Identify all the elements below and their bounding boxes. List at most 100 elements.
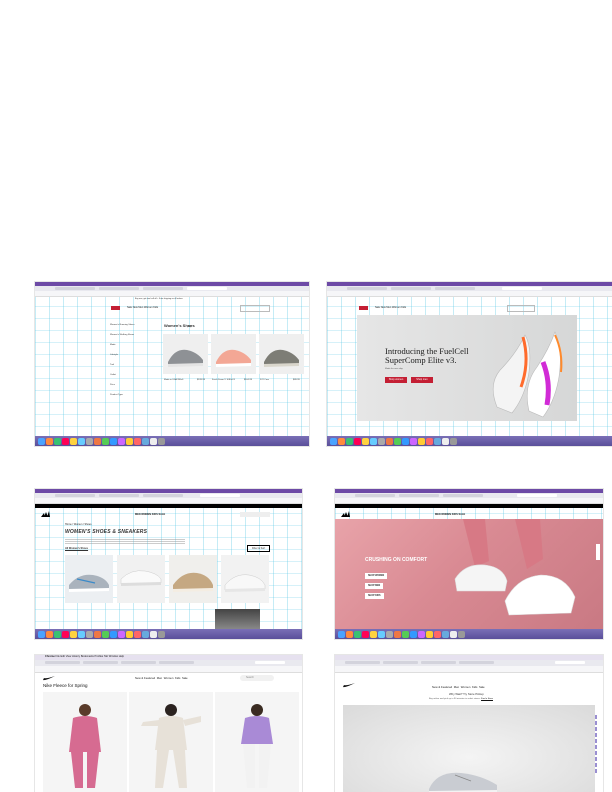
os-menu-item[interactable]: Bookmarks xyxy=(81,655,94,658)
product-image[interactable] xyxy=(163,334,208,374)
nav-item[interactable]: Women xyxy=(461,685,471,689)
nav-item[interactable]: Men xyxy=(157,676,162,680)
product-image[interactable] xyxy=(169,555,217,603)
product-image[interactable] xyxy=(65,555,113,603)
browser-url-bar[interactable] xyxy=(335,666,603,673)
product-image[interactable] xyxy=(211,334,256,374)
nav-item[interactable]: New & Featured xyxy=(432,685,452,689)
hero-headline-line2: SuperComp Elite v3. xyxy=(385,355,457,365)
nav-item[interactable]: Kids xyxy=(175,676,180,680)
page-description xyxy=(65,539,185,545)
page-title: WOMEN'S SHOES & SNEAKERS xyxy=(65,529,148,535)
os-menu-item[interactable]: Profiles xyxy=(95,655,104,658)
os-menu-item[interactable]: Edit xyxy=(60,655,64,658)
search-input[interactable] xyxy=(240,512,270,517)
filter-sort-button[interactable]: Filter & Sort xyxy=(247,545,271,552)
find-store-link[interactable]: Find a Store xyxy=(481,698,493,700)
shop-women-button[interactable]: SHOP WOMEN xyxy=(365,573,388,579)
scrollbar[interactable] xyxy=(595,715,597,775)
search-input[interactable] xyxy=(507,305,535,312)
dock xyxy=(327,436,612,446)
screenshot-adidas-list: MEN WOMEN KIDS SALE Home / Women / Shoes… xyxy=(35,489,302,639)
nav-item[interactable]: Women xyxy=(164,676,174,680)
browser-url-bar[interactable] xyxy=(35,291,309,297)
product-card[interactable] xyxy=(43,692,127,792)
shoe-image xyxy=(264,349,299,367)
main-nav[interactable]: MEN WOMEN KIDS SALE xyxy=(135,513,165,516)
product-price: $199.99 xyxy=(197,379,205,381)
shop-men-button[interactable]: SHOP MEN xyxy=(365,583,384,589)
nav-item[interactable]: New & Featured xyxy=(135,676,155,680)
os-menu-item[interactable]: Help xyxy=(119,655,124,658)
sidebar-item[interactable]: Trail xyxy=(110,364,158,367)
main-nav[interactable]: Sale New Men Women Kids xyxy=(375,306,406,309)
shoe-image xyxy=(173,572,213,592)
sidebar-item[interactable]: Price xyxy=(110,384,158,387)
feedback-tab[interactable] xyxy=(596,544,600,560)
os-menu-item[interactable]: History xyxy=(72,655,80,658)
model-image xyxy=(69,704,101,788)
nike-swoosh-logo[interactable] xyxy=(343,683,355,688)
os-menu-item[interactable]: Tab xyxy=(104,655,108,658)
sidebar-item[interactable]: Outlet xyxy=(110,374,158,377)
shop-kids-button[interactable]: SHOP KIDS xyxy=(365,593,384,599)
browser-url-bar[interactable] xyxy=(327,291,612,297)
shop-women-button[interactable]: Shop women xyxy=(385,377,407,383)
hero-headline: CRUSHING ON COMFORT xyxy=(365,557,428,563)
main-nav[interactable]: New & Featured Men Women Kids Sale xyxy=(432,685,485,689)
sidebar-item[interactable]: Lifestyle xyxy=(110,354,158,357)
video-thumbnail[interactable] xyxy=(215,609,260,629)
category-tab[interactable]: All Women's Shoes xyxy=(65,547,88,550)
sidebar-item[interactable]: Product Type xyxy=(110,394,158,397)
shoe-image xyxy=(69,574,109,592)
adidas-logo[interactable] xyxy=(341,511,350,517)
shop-men-button[interactable]: Shop men xyxy=(411,377,433,383)
product-price: $164.99 xyxy=(244,379,252,381)
product-image[interactable] xyxy=(259,334,304,374)
breadcrumb-item[interactable]: Shoes xyxy=(84,523,91,526)
product-image[interactable] xyxy=(221,555,269,603)
nav-item[interactable]: Sale xyxy=(479,685,485,689)
adidas-logo[interactable] xyxy=(41,511,50,517)
os-menu-item[interactable]: Window xyxy=(109,655,118,658)
search-input[interactable] xyxy=(240,305,270,312)
browser-url-bar[interactable] xyxy=(35,666,302,673)
main-nav[interactable]: MEN WOMEN KIDS SALE xyxy=(435,513,465,516)
hero-shoes-image xyxy=(454,519,576,616)
os-menu[interactable]: Chrome File Edit View History Bookmarks … xyxy=(45,655,124,658)
promo-banner: Buy one, get one half off + Free shippin… xyxy=(135,298,183,300)
product-name[interactable]: 574 Core xyxy=(260,379,269,382)
nav-item[interactable]: Sale xyxy=(182,676,188,680)
hero-headline: Introducing the FuelCell SuperComp Elite… xyxy=(385,347,469,365)
sidebar-item[interactable]: Women's Walking Shoes xyxy=(110,334,158,337)
breadcrumb[interactable]: Home / Women / Shoes xyxy=(65,523,92,526)
nav-item[interactable]: Kids xyxy=(472,685,477,689)
result-count: (73) xyxy=(187,325,192,328)
screenshot-adidas-hero: MEN WOMEN KIDS SALE CRUSHING ON COMFORT … xyxy=(335,489,603,639)
nb-logo[interactable] xyxy=(111,306,120,310)
hero-shoe-image xyxy=(429,772,497,792)
search-placeholder: Search xyxy=(246,676,254,679)
main-nav[interactable]: New & Featured Men Women Kids Sale xyxy=(135,676,188,680)
product-card[interactable] xyxy=(215,692,299,792)
screenshot-nike-hero: New & Featured Men Women Kids Sale Why W… xyxy=(335,655,603,792)
search-input[interactable]: Search xyxy=(240,675,274,681)
screenshot-nb-list: Buy one, get one half off + Free shippin… xyxy=(35,282,309,446)
sidebar-item[interactable]: Made xyxy=(110,344,158,347)
promo-title: Why Wait? Try Store Pickup xyxy=(449,692,484,696)
product-image[interactable] xyxy=(117,555,165,603)
product-name[interactable]: Fresh Foam X 1080v13 xyxy=(212,379,235,382)
sidebar-item[interactable]: Women's Running Shoes xyxy=(110,324,158,327)
product-card[interactable] xyxy=(129,692,213,792)
breadcrumb-item[interactable]: Home xyxy=(65,523,72,526)
nb-logo[interactable] xyxy=(359,306,368,310)
os-menu-item[interactable]: View xyxy=(66,655,72,658)
os-menu-item[interactable]: Chrome xyxy=(45,655,55,658)
product-name[interactable]: Made in USA 990v6 xyxy=(164,379,183,382)
breadcrumb-item[interactable]: Women xyxy=(74,523,83,526)
nav-item[interactable]: Men xyxy=(454,685,459,689)
dock xyxy=(335,629,603,639)
shoe-image xyxy=(224,574,266,592)
main-nav[interactable]: Sale New Men Women Kids xyxy=(127,306,158,309)
nike-swoosh-logo[interactable] xyxy=(43,676,55,681)
